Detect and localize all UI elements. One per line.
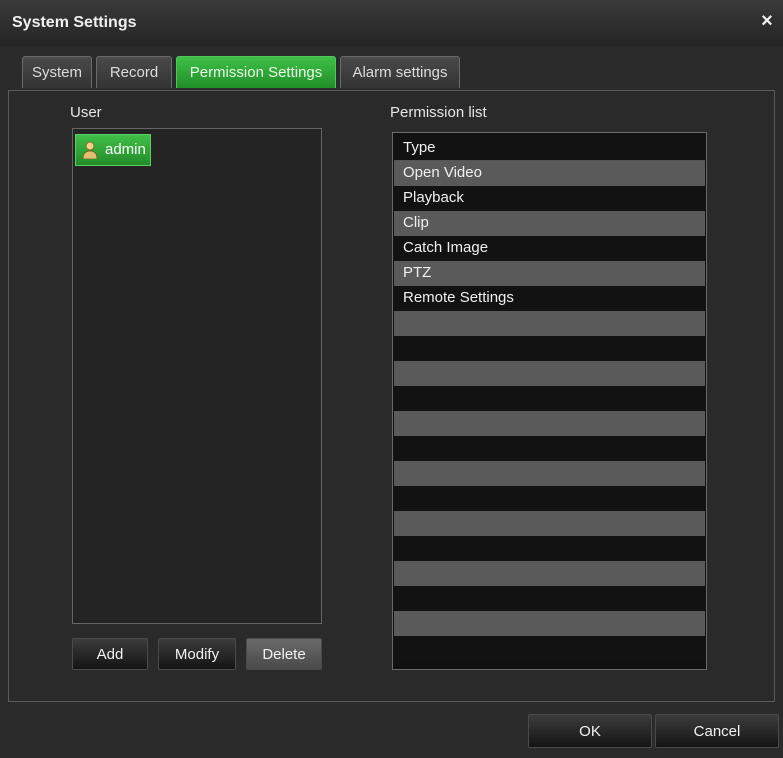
empty-row	[394, 336, 705, 361]
permission-item[interactable]: Playback	[394, 186, 705, 211]
empty-row	[394, 636, 705, 661]
permission-item[interactable]: Clip	[394, 211, 705, 236]
close-icon[interactable]: ×	[757, 10, 777, 32]
user-list[interactable]: admin	[72, 128, 322, 624]
add-button[interactable]: Add	[72, 638, 148, 670]
empty-row	[394, 486, 705, 511]
empty-row	[394, 311, 705, 336]
empty-row	[394, 561, 705, 586]
user-name: admin	[105, 141, 146, 158]
system-settings-window: System Settings × System Record Permissi…	[0, 0, 783, 758]
tab-permission-settings[interactable]: Permission Settings	[176, 56, 336, 88]
tab-alarm-settings[interactable]: Alarm settings	[340, 56, 460, 88]
empty-row	[394, 386, 705, 411]
empty-row	[394, 536, 705, 561]
permission-list-header: Type	[394, 136, 705, 161]
empty-row	[394, 511, 705, 536]
delete-button[interactable]: Delete	[246, 638, 322, 670]
permission-item[interactable]: Catch Image	[394, 236, 705, 261]
permission-item[interactable]: Remote Settings	[394, 286, 705, 311]
permission-item[interactable]: PTZ	[394, 261, 705, 286]
empty-row	[394, 411, 705, 436]
ok-button[interactable]: OK	[528, 714, 652, 748]
permission-item[interactable]: Open Video	[394, 161, 705, 186]
empty-row	[394, 361, 705, 386]
empty-row	[394, 436, 705, 461]
tab-system[interactable]: System	[22, 56, 92, 88]
permission-list-label: Permission list	[390, 104, 487, 121]
footer-bar: OK Cancel	[0, 702, 783, 758]
title-bar: System Settings ×	[0, 0, 783, 46]
tab-record[interactable]: Record	[96, 56, 172, 88]
list-item[interactable]: admin	[75, 134, 151, 166]
cancel-button[interactable]: Cancel	[655, 714, 779, 748]
window-title: System Settings	[12, 14, 137, 31]
user-icon	[82, 141, 98, 159]
user-label: User	[70, 104, 102, 121]
permission-list[interactable]: Type Open Video Playback Clip Catch Image PT…	[392, 132, 707, 670]
empty-row	[394, 461, 705, 486]
modify-button[interactable]: Modify	[158, 638, 236, 670]
empty-row	[394, 611, 705, 636]
empty-row	[394, 586, 705, 611]
